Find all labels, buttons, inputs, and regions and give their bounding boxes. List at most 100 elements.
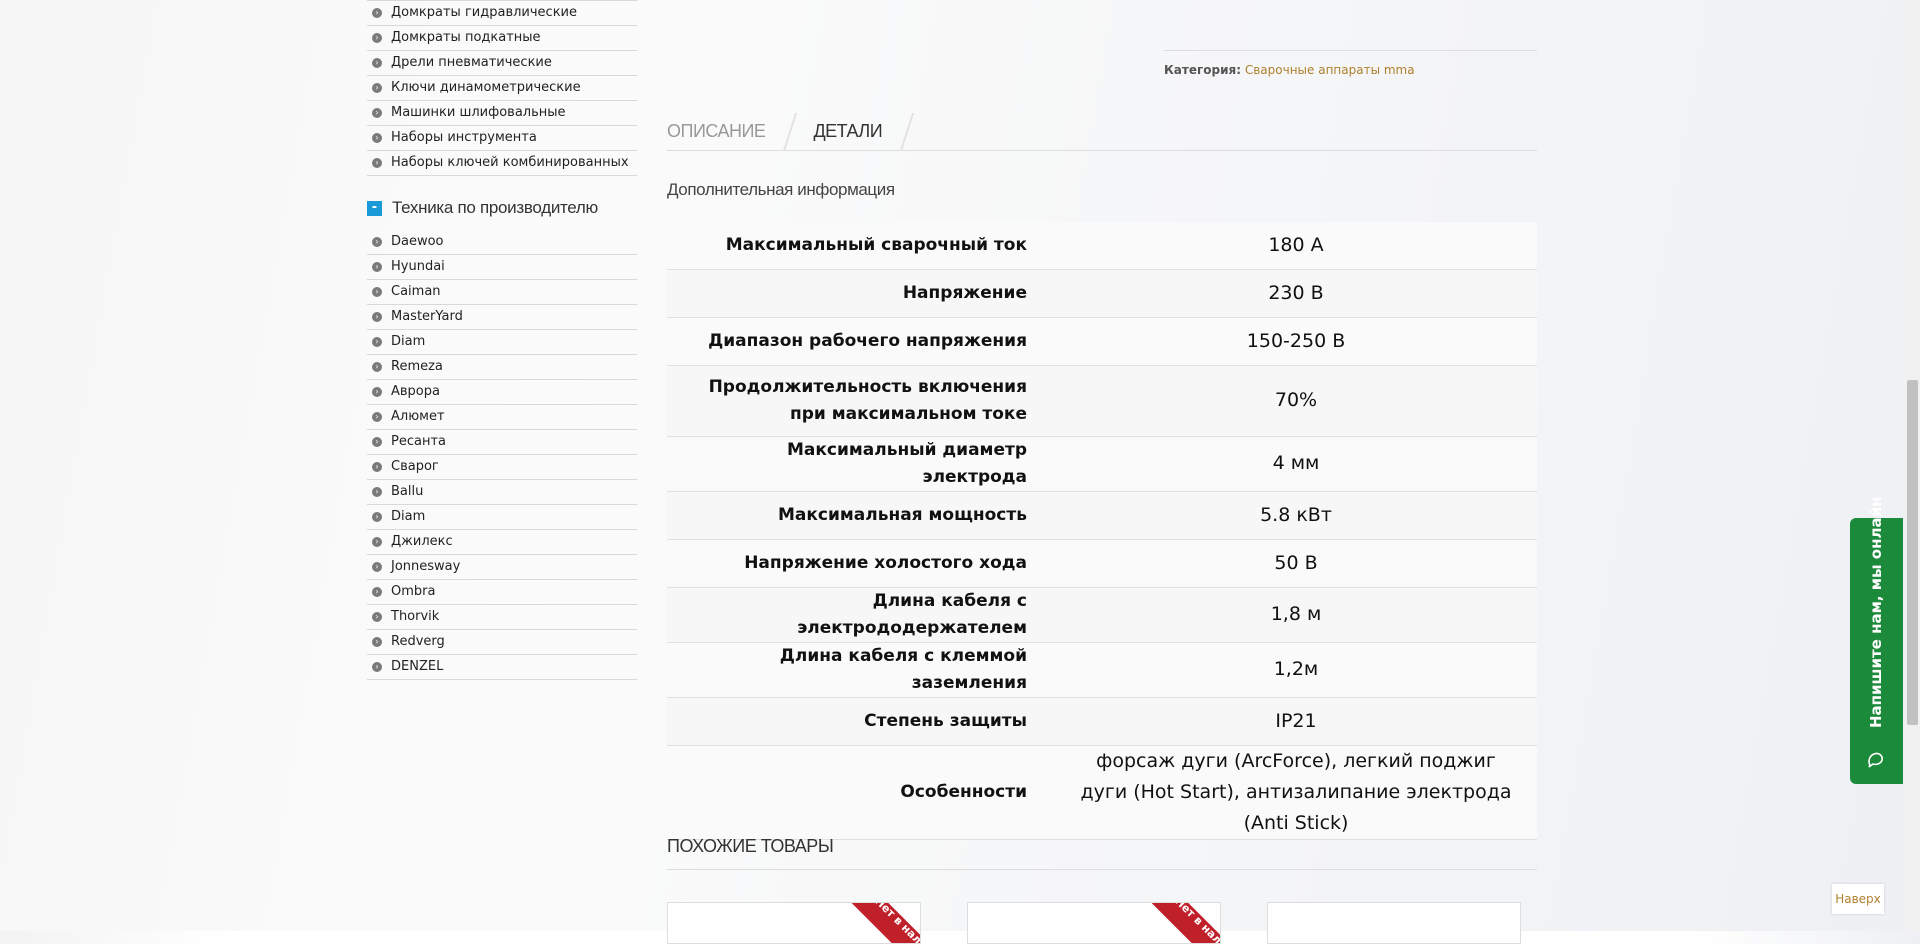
chevron-right-icon: › (372, 612, 382, 622)
spec-table: Максимальный сварочный ток 180 А Напряжен… (667, 222, 1537, 840)
category-row: Категория: Сварочные аппараты mma (1164, 50, 1537, 77)
table-row: Максимальный сварочный ток 180 А (667, 222, 1537, 270)
spec-key: Особенности (667, 745, 1055, 840)
product-card[interactable] (1267, 902, 1521, 944)
chevron-right-icon: › (372, 487, 382, 497)
manufacturer-group-header[interactable]: - Техника по производителю (367, 196, 637, 220)
spec-key: Продолжительность включения при максимал… (667, 365, 1055, 437)
sidebar-item[interactable]: › Машинки шлифовальные (367, 101, 637, 126)
chevron-right-icon: › (372, 437, 382, 447)
sidebar-item[interactable]: › MasterYard (367, 305, 637, 330)
spec-value: форсаж дуги (ArcForce), легкий поджиг ду… (1055, 745, 1537, 840)
chevron-right-icon: › (372, 637, 382, 647)
table-row: Продолжительность включения при максимал… (667, 365, 1537, 437)
product-tabs: ОПИСАНИЕ ДЕТАЛИ (667, 112, 1537, 151)
chevron-right-icon: › (372, 287, 382, 297)
additional-info-title: Дополнительная информация (667, 180, 895, 199)
category-label: Категория: (1164, 63, 1242, 77)
sidebar-item[interactable]: › Diam (367, 330, 637, 355)
sidebar-item[interactable]: › Caiman (367, 280, 637, 305)
page: › Домкраты гидравлические › Домкраты подка… (0, 0, 1905, 944)
spec-key: Максимальный сварочный ток (667, 222, 1055, 270)
sidebar-item[interactable]: › Ombra (367, 580, 637, 605)
spec-value: 180 А (1055, 222, 1537, 270)
spec-value: 1,8 м (1055, 587, 1537, 643)
sidebar-item[interactable]: › Redverg (367, 630, 637, 655)
sidebar-item[interactable]: › Ресанта (367, 430, 637, 455)
table-row: Особенности форсаж дуги (ArcForce), легки… (667, 745, 1537, 840)
spec-value: 4 мм (1055, 436, 1537, 492)
sidebar-item[interactable]: › DENZEL (367, 655, 637, 680)
spec-value: 1,2м (1055, 642, 1537, 698)
chevron-right-icon: › (372, 133, 382, 143)
sidebar-item[interactable]: › Дрели пневматические (367, 51, 637, 76)
sidebar-item[interactable]: › Hyundai (367, 255, 637, 280)
sidebar-item[interactable]: › Diam (367, 505, 637, 530)
spec-value: 230 В (1055, 269, 1537, 318)
spec-key: Диапазон рабочего напряжения (667, 317, 1055, 366)
table-row: Напряжение холостого хода 50 В (667, 539, 1537, 588)
chevron-right-icon: › (372, 8, 382, 18)
spec-value: 70% (1055, 365, 1537, 437)
chevron-right-icon: › (372, 33, 382, 43)
chevron-right-icon: › (372, 108, 382, 118)
sidebar-item[interactable]: › Ballu (367, 480, 637, 505)
table-row: Диапазон рабочего напряжения 150-250 В (667, 317, 1537, 366)
scrollbar[interactable] (1905, 0, 1920, 931)
category-link[interactable]: Сварочные аппараты mma (1245, 63, 1415, 77)
chevron-right-icon: › (372, 587, 382, 597)
chevron-right-icon: › (372, 562, 382, 572)
tab-details[interactable]: ДЕТАЛИ (801, 121, 906, 142)
table-row: Степень защиты IP21 (667, 697, 1537, 746)
chevron-right-icon: › (372, 237, 382, 247)
scrollbar-thumb[interactable] (1907, 380, 1918, 725)
sidebar-item[interactable]: › Алюмет (367, 405, 637, 430)
manufacturer-group-title: Техника по производителю (392, 198, 598, 217)
chevron-right-icon: › (372, 337, 382, 347)
spec-key: Напряжение (667, 269, 1055, 318)
chat-widget-label: Напишите нам, мы онлайн (1867, 496, 1885, 728)
chat-widget[interactable]: Напишите нам, мы онлайн (1850, 496, 1903, 784)
sidebar-item[interactable]: › Ключи динамометрические (367, 76, 637, 101)
sidebar-item[interactable]: › Наборы ключей комбинированных (367, 151, 637, 176)
chevron-right-icon: › (372, 158, 382, 168)
sidebar-item[interactable]: › Домкраты гидравлические (367, 1, 637, 26)
sidebar-item[interactable]: › Аврора (367, 380, 637, 405)
chevron-right-icon: › (372, 462, 382, 472)
spec-key: Длина кабеля с клеммой заземления (667, 642, 1055, 698)
sidebar-item[interactable]: › Наборы инструмента (367, 126, 637, 151)
spec-key: Напряжение холостого хода (667, 539, 1055, 588)
tools-category-list: › Домкраты гидравлические › Домкраты подка… (367, 0, 637, 176)
chevron-right-icon: › (372, 662, 382, 672)
chevron-right-icon: › (372, 83, 382, 93)
product-card[interactable]: Нет в нал (967, 902, 1221, 944)
chevron-right-icon: › (372, 412, 382, 422)
chevron-right-icon: › (372, 58, 382, 68)
tab-description[interactable]: ОПИСАНИЕ (667, 121, 789, 142)
sidebar-item[interactable]: › Thorvik (367, 605, 637, 630)
table-row: Максимальная мощность 5.8 кВт (667, 491, 1537, 540)
scroll-to-top-button[interactable]: Наверх (1832, 884, 1884, 914)
minus-icon[interactable]: - (367, 200, 382, 216)
sidebar-item[interactable]: › Remeza (367, 355, 637, 380)
sidebar-item[interactable]: › Сварог (367, 455, 637, 480)
sidebar-item[interactable]: › Джилекс (367, 530, 637, 555)
spec-key: Максимальный диаметр электрода (667, 436, 1055, 492)
product-card[interactable]: Нет в нал (667, 902, 921, 944)
spec-value: 50 В (1055, 539, 1537, 588)
out-of-stock-ribbon: Нет в нал (844, 903, 920, 943)
sidebar-item[interactable]: › Домкраты подкатные (367, 26, 637, 51)
chevron-right-icon: › (372, 312, 382, 322)
table-row: Длина кабеля с клеммой заземления 1,2м (667, 642, 1537, 698)
out-of-stock-ribbon: Нет в нал (1144, 903, 1220, 943)
table-row: Длина кабеля с электрододержателем 1,8 м (667, 587, 1537, 643)
spec-key: Максимальная мощность (667, 491, 1055, 540)
chevron-right-icon: › (372, 512, 382, 522)
sidebar-item[interactable]: › Jonnesway (367, 555, 637, 580)
sidebar-item[interactable]: › Daewoo (367, 230, 637, 255)
table-row: Максимальный диаметр электрода 4 мм (667, 436, 1537, 492)
manufacturer-list: › Daewoo › Hyundai › Caiman › MasterYard › Di… (367, 230, 637, 680)
spec-value: 5.8 кВт (1055, 491, 1537, 540)
spec-value: 150-250 В (1055, 317, 1537, 366)
chevron-right-icon: › (372, 537, 382, 547)
